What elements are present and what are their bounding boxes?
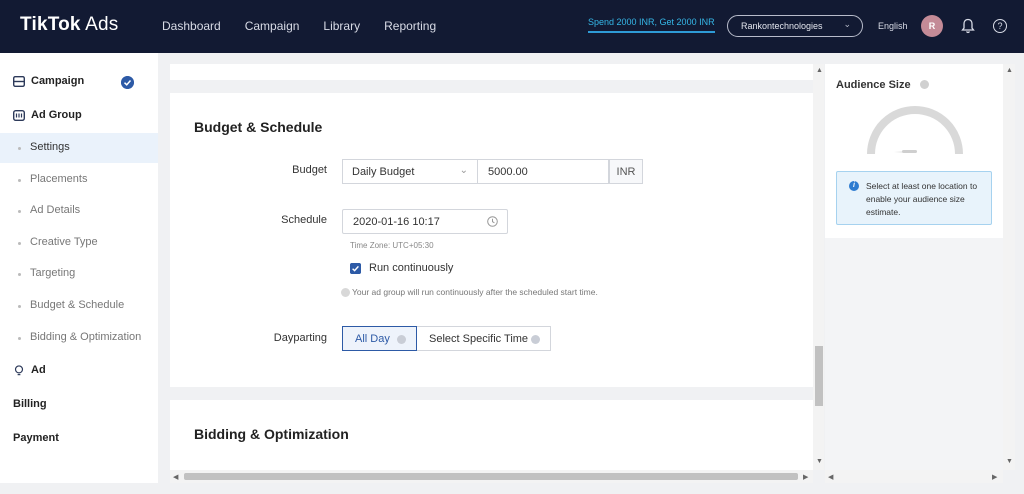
clock-icon <box>487 216 498 227</box>
bullet-dot <box>18 337 21 340</box>
budget-label: Budget <box>292 164 327 176</box>
bullet-dot <box>18 273 21 276</box>
lightbulb-icon <box>14 365 24 376</box>
currency-label: INR <box>609 159 643 184</box>
sidebar-item-campaign[interactable]: Campaign <box>0 67 158 97</box>
budget-type-select[interactable]: Daily Budget ⌄ <box>342 159 478 184</box>
campaign-icon <box>13 76 25 87</box>
chevron-down-icon: ⌄ <box>843 19 851 29</box>
sidebar-item-label: Settings <box>30 141 70 153</box>
help-icon[interactable] <box>919 80 929 89</box>
sidebar-item-label: Budget & Schedule <box>30 299 125 311</box>
help-icon[interactable] <box>531 335 540 344</box>
nav-dashboard[interactable]: Dashboard <box>162 19 221 33</box>
main-nav: Dashboard Campaign Library Reporting <box>162 19 436 33</box>
audience-panel-background <box>825 238 1003 470</box>
sidebar-item-creative-type[interactable]: Creative Type <box>0 228 158 258</box>
budget-amount-input[interactable]: 5000.00 <box>477 159 609 184</box>
dayparting-specific-time-option[interactable]: Select Specific Time <box>416 326 551 351</box>
sidebar-item-placements[interactable]: Placements <box>0 165 158 195</box>
scroll-left-arrow-icon[interactable]: ◀ <box>173 473 178 481</box>
sidebar-item-budget-schedule[interactable]: Budget & Schedule <box>0 291 158 321</box>
sidebar-item-label: Placements <box>30 173 88 185</box>
audience-gauge-icon <box>867 106 963 155</box>
sidebar-item-payment[interactable]: Payment <box>0 424 158 454</box>
audience-size-title: Audience Size <box>836 79 929 91</box>
sidebar-item-label: Ad Group <box>31 109 82 121</box>
scroll-up-arrow-icon[interactable]: ▲ <box>1006 67 1013 74</box>
section-title-budget-schedule: Budget & Schedule <box>194 119 323 135</box>
sidebar-item-label: Ad <box>31 364 46 376</box>
panel-vertical-scrollbar[interactable]: ▲ ▼ <box>1003 64 1015 470</box>
sidebar-item-label: Ad Details <box>30 204 81 216</box>
bullet-dot <box>18 305 21 308</box>
dayparting-label: Dayparting <box>273 332 327 344</box>
avatar[interactable]: R <box>921 15 943 37</box>
scroll-down-arrow-icon[interactable]: ▼ <box>1006 458 1013 465</box>
sidebar-item-targeting[interactable]: Targeting <box>0 259 158 289</box>
sidebar-item-bidding-optimization[interactable]: Bidding & Optimization <box>0 323 158 353</box>
run-continuously-label[interactable]: Run continuously <box>369 262 453 274</box>
nav-campaign[interactable]: Campaign <box>245 19 300 33</box>
dayparting-specific-label: Select Specific Time <box>429 333 529 345</box>
sidebar-item-settings[interactable]: Settings <box>0 133 158 163</box>
sidebar-item-label: Targeting <box>30 267 76 279</box>
nav-reporting[interactable]: Reporting <box>384 19 436 33</box>
dayparting-all-day-label: All Day <box>355 333 390 345</box>
sidebar: Campaign Ad Group Settings Placements Ad… <box>0 53 158 483</box>
scroll-right-arrow-icon[interactable]: ▶ <box>803 473 808 481</box>
help-icon[interactable] <box>397 335 406 344</box>
account-selector[interactable]: Rankontechnologies ⌄ <box>727 15 863 37</box>
scrollbar-thumb[interactable] <box>184 473 798 480</box>
language-selector[interactable]: English <box>878 21 908 31</box>
bullet-dot <box>18 210 21 213</box>
sidebar-item-label: Payment <box>13 432 59 444</box>
previous-section-card <box>170 64 813 80</box>
sidebar-item-ad-group[interactable]: Ad Group <box>0 101 158 131</box>
info-icon: i <box>849 181 859 191</box>
sidebar-item-ad[interactable]: Ad <box>0 356 158 386</box>
audience-size-label: Audience Size <box>836 79 911 91</box>
help-icon[interactable]: ? <box>993 19 1007 33</box>
sidebar-item-label: Bidding & Optimization <box>30 331 142 343</box>
main-horizontal-scrollbar[interactable]: ◀ ▶ <box>170 470 813 483</box>
nav-library[interactable]: Library <box>323 19 360 33</box>
section-title-bidding-optimization: Bidding & Optimization <box>194 426 349 442</box>
audience-info-message: Select at least one location to enable y… <box>866 181 978 217</box>
bullet-dot <box>18 242 21 245</box>
scroll-right-arrow-icon[interactable]: ▶ <box>992 473 997 481</box>
sidebar-item-ad-details[interactable]: Ad Details <box>0 196 158 226</box>
info-icon <box>341 288 350 297</box>
panel-horizontal-scrollbar[interactable]: ◀ ▶ <box>825 470 1003 483</box>
bullet-dot <box>18 147 21 150</box>
timezone-text: Time Zone: UTC+05:30 <box>350 241 434 250</box>
chevron-down-icon: ⌄ <box>459 165 468 176</box>
schedule-start-value: 2020-01-16 10:17 <box>353 216 440 228</box>
scrollbar-thumb[interactable] <box>815 346 823 406</box>
account-name: Rankontechnologies <box>741 21 823 31</box>
sidebar-item-label: Creative Type <box>30 236 98 248</box>
top-navigation-bar: TikTok Ads Dashboard Campaign Library Re… <box>0 0 1024 53</box>
sidebar-item-billing[interactable]: Billing <box>0 390 158 420</box>
sidebar-item-label: Billing <box>13 398 47 410</box>
ad-group-icon <box>13 110 25 121</box>
bell-icon[interactable] <box>961 18 975 34</box>
scroll-up-arrow-icon[interactable]: ▲ <box>816 67 823 74</box>
sidebar-item-label: Campaign <box>31 75 85 87</box>
run-continuously-checkbox[interactable] <box>350 263 361 274</box>
scroll-down-arrow-icon[interactable]: ▼ <box>816 458 823 465</box>
check-icon <box>121 76 134 89</box>
tiktok-ads-logo[interactable]: TikTok Ads <box>20 14 118 36</box>
scroll-left-arrow-icon[interactable]: ◀ <box>828 473 833 481</box>
main-vertical-scrollbar[interactable]: ▲ ▼ <box>813 64 824 470</box>
budget-type-value: Daily Budget <box>352 166 415 178</box>
schedule-start-input[interactable]: 2020-01-16 10:17 <box>342 209 508 234</box>
audience-info-box: i Select at least one location to enable… <box>836 171 992 225</box>
promo-link[interactable]: Spend 2000 INR, Get 2000 INR <box>588 17 715 33</box>
schedule-label: Schedule <box>281 214 327 226</box>
bullet-dot <box>18 179 21 182</box>
dayparting-all-day-option[interactable]: All Day <box>342 326 417 351</box>
schedule-hint-text: Your ad group will run continuously afte… <box>352 287 598 297</box>
